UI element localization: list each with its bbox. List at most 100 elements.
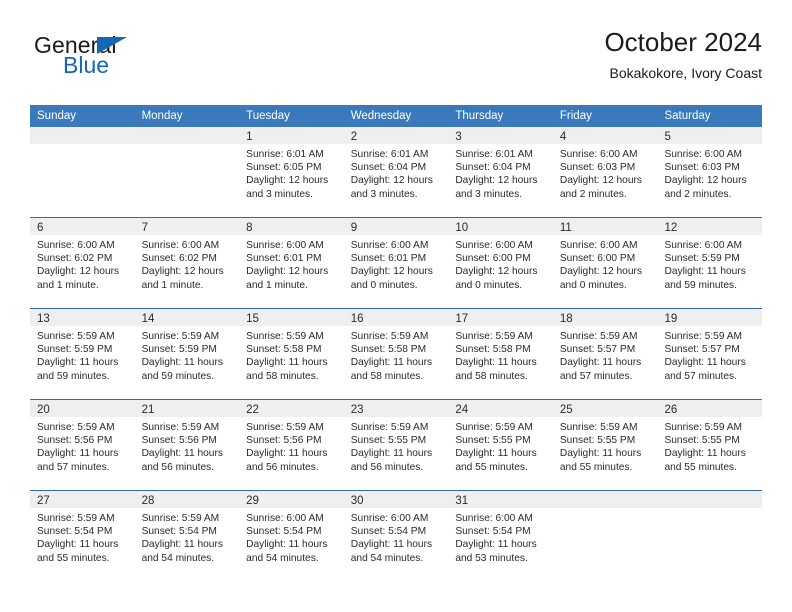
day-cell[interactable]: 14 Sunrise: 5:59 AM Sunset: 5:59 PM Dayligh…	[134, 309, 240, 399]
day-number-band	[552, 491, 658, 508]
day-info: Sunrise: 6:00 AM Sunset: 6:00 PM Daylight:…	[448, 235, 553, 292]
day-number: 20	[37, 404, 50, 416]
sunrise-text: Sunrise: 5:59 AM	[141, 422, 220, 433]
sunrise-text: Sunrise: 5:59 AM	[37, 331, 115, 342]
day-cell[interactable]: 20 Sunrise: 5:59 AM Sunset: 5:56 PM Dayligh…	[30, 400, 135, 490]
day-number-band: 4	[552, 127, 658, 144]
day-cell[interactable]: 3 Sunrise: 6:01 AM Sunset: 6:04 PM Daylight…	[448, 127, 553, 217]
day-number: 17	[455, 313, 469, 325]
daylight-text: Daylight: 11 hours and 55 minutes.	[455, 448, 537, 473]
day-cell[interactable]: 15 Sunrise: 5:59 AM Sunset: 5:58 PM Dayligh…	[239, 309, 344, 399]
day-cell[interactable]: 1 Sunrise: 6:01 AM Sunset: 6:05 PM Daylight…	[239, 127, 344, 217]
day-info: Sunrise: 5:59 AM Sunset: 5:59 PM Daylight:…	[30, 326, 135, 383]
day-cell[interactable]: 19 Sunrise: 5:59 AM Sunset: 5:57 PM Dayligh…	[657, 309, 763, 399]
day-number-band: 25	[552, 400, 658, 417]
day-cell[interactable]: 24 Sunrise: 5:59 AM Sunset: 5:55 PM Dayligh…	[448, 400, 553, 490]
day-number: 29	[246, 495, 259, 507]
day-cell[interactable]: 25 Sunrise: 5:59 AM Sunset: 5:55 PM Dayligh…	[552, 400, 658, 490]
day-info: Sunrise: 6:01 AM Sunset: 6:04 PM Daylight:…	[448, 144, 553, 201]
day-cell[interactable]: 18 Sunrise: 5:59 AM Sunset: 5:57 PM Dayligh…	[552, 309, 658, 399]
sunrise-text: Sunrise: 5:59 AM	[246, 331, 324, 342]
sunrise-text: Sunrise: 6:01 AM	[350, 149, 429, 160]
sunrise-text: Sunrise: 5:59 AM	[141, 513, 220, 524]
day-cell-empty	[134, 127, 240, 217]
day-number: 31	[455, 495, 469, 507]
sunset-text: Sunset: 6:05 PM	[246, 162, 322, 174]
general-blue-logo[interactable]: General Blue	[34, 34, 254, 90]
day-cell[interactable]: 27 Sunrise: 5:59 AM Sunset: 5:54 PM Dayligh…	[30, 491, 135, 581]
day-cell[interactable]: 2 Sunrise: 6:01 AM Sunset: 6:04 PM Daylight…	[343, 127, 449, 217]
sunset-text: Sunset: 5:56 PM	[37, 435, 113, 447]
day-cell[interactable]: 16 Sunrise: 5:59 AM Sunset: 5:58 PM Dayligh…	[343, 309, 449, 399]
sunset-text: Sunset: 5:58 PM	[455, 344, 531, 356]
day-number-band: 7	[134, 218, 240, 235]
day-number-band	[134, 127, 240, 144]
daylight-text: Daylight: 11 hours and 54 minutes.	[141, 539, 223, 564]
day-cell[interactable]: 17 Sunrise: 5:59 AM Sunset: 5:58 PM Dayligh…	[448, 309, 553, 399]
sunset-text: Sunset: 5:54 PM	[350, 526, 427, 538]
sunset-text: Sunset: 5:56 PM	[246, 435, 322, 447]
day-cell[interactable]: 23 Sunrise: 5:59 AM Sunset: 5:55 PM Dayligh…	[343, 400, 449, 490]
day-cell[interactable]: 28 Sunrise: 5:59 AM Sunset: 5:54 PM Dayligh…	[134, 491, 240, 581]
sunset-text: Sunset: 6:04 PM	[350, 162, 427, 174]
daylight-text: Daylight: 11 hours and 55 minutes.	[37, 539, 119, 564]
day-cell-empty	[657, 491, 763, 581]
day-cell[interactable]: 21 Sunrise: 5:59 AM Sunset: 5:56 PM Dayligh…	[134, 400, 240, 490]
day-number-band: 3	[448, 127, 553, 144]
day-cell[interactable]: 29 Sunrise: 6:00 AM Sunset: 5:54 PM Dayligh…	[239, 491, 344, 581]
day-number: 3	[455, 131, 462, 143]
calendar-grid: Sunday Monday Tuesday Wednesday Thursday Frid…	[30, 105, 763, 581]
day-number-band: 8	[239, 218, 344, 235]
sunset-text: Sunset: 5:54 PM	[141, 526, 217, 538]
sunset-text: Sunset: 5:58 PM	[246, 344, 322, 356]
sunset-text: Sunset: 6:01 PM	[246, 253, 322, 265]
calendar-week-row: 27 Sunrise: 5:59 AM Sunset: 5:54 PM Dayligh…	[30, 491, 763, 581]
day-number-band: 10	[448, 218, 553, 235]
sunrise-text: Sunrise: 6:00 AM	[664, 149, 743, 160]
day-cell[interactable]: 11 Sunrise: 6:00 AM Sunset: 6:00 PM Dayligh…	[552, 218, 658, 308]
day-cell[interactable]: 13 Sunrise: 5:59 AM Sunset: 5:59 PM Dayligh…	[30, 309, 135, 399]
day-info: Sunrise: 5:59 AM Sunset: 5:54 PM Daylight:…	[135, 508, 240, 565]
day-info: Sunrise: 5:59 AM Sunset: 5:56 PM Daylight:…	[30, 417, 135, 474]
calendar-weeks: 1 Sunrise: 6:01 AM Sunset: 6:05 PM Daylight…	[30, 127, 763, 581]
daylight-text: Daylight: 11 hours and 58 minutes.	[350, 357, 433, 382]
sunrise-text: Sunrise: 6:00 AM	[350, 240, 429, 251]
day-cell[interactable]: 8 Sunrise: 6:00 AM Sunset: 6:01 PM Daylight…	[239, 218, 344, 308]
day-number: 11	[559, 222, 572, 234]
day-cell[interactable]: 7 Sunrise: 6:00 AM Sunset: 6:02 PM Daylight…	[134, 218, 240, 308]
day-info: Sunrise: 5:59 AM Sunset: 5:59 PM Daylight:…	[135, 326, 240, 383]
day-cell[interactable]: 9 Sunrise: 6:00 AM Sunset: 6:01 PM Daylight…	[343, 218, 449, 308]
daylight-text: Daylight: 11 hours and 55 minutes.	[664, 448, 746, 473]
day-cell[interactable]: 4 Sunrise: 6:00 AM Sunset: 6:03 PM Daylight…	[552, 127, 658, 217]
day-info: Sunrise: 6:00 AM Sunset: 6:00 PM Daylight:…	[553, 235, 658, 292]
day-number: 7	[141, 222, 148, 234]
sunrise-text: Sunrise: 5:59 AM	[664, 422, 743, 433]
day-number-band: 18	[552, 309, 658, 326]
sunset-text: Sunset: 6:00 PM	[455, 253, 531, 265]
day-number-band: 5	[657, 127, 763, 144]
day-number: 14	[141, 313, 155, 325]
weekday-header-friday: Friday	[559, 110, 592, 122]
sunrise-text: Sunrise: 6:00 AM	[455, 513, 533, 524]
daylight-text: Daylight: 11 hours and 57 minutes.	[664, 357, 746, 382]
day-number: 26	[664, 404, 678, 416]
sunset-text: Sunset: 5:54 PM	[246, 526, 322, 538]
day-cell[interactable]: 22 Sunrise: 5:59 AM Sunset: 5:56 PM Dayligh…	[239, 400, 344, 490]
day-number-band: 30	[343, 491, 449, 508]
day-cell[interactable]: 31 Sunrise: 6:00 AM Sunset: 5:54 PM Dayligh…	[448, 491, 553, 581]
day-cell[interactable]: 30 Sunrise: 6:00 AM Sunset: 5:54 PM Dayligh…	[343, 491, 449, 581]
sunrise-text: Sunrise: 6:00 AM	[246, 513, 324, 524]
daylight-text: Daylight: 12 hours and 0 minutes.	[455, 266, 538, 291]
day-cell[interactable]: 12 Sunrise: 6:00 AM Sunset: 5:59 PM Dayligh…	[657, 218, 763, 308]
sunrise-text: Sunrise: 6:00 AM	[350, 513, 429, 524]
day-cell[interactable]: 10 Sunrise: 6:00 AM Sunset: 6:00 PM Dayligh…	[448, 218, 553, 308]
day-info: Sunrise: 5:59 AM Sunset: 5:54 PM Daylight:…	[30, 508, 135, 565]
day-number: 1	[246, 131, 253, 143]
day-number-band: 23	[343, 400, 449, 417]
day-cell[interactable]: 5 Sunrise: 6:00 AM Sunset: 6:03 PM Daylight…	[657, 127, 763, 217]
day-number-band: 22	[239, 400, 344, 417]
sunset-text: Sunset: 5:55 PM	[455, 435, 531, 447]
day-cell[interactable]: 6 Sunrise: 6:00 AM Sunset: 6:02 PM Daylight…	[30, 218, 135, 308]
sunset-text: Sunset: 6:03 PM	[559, 162, 636, 174]
day-cell[interactable]: 26 Sunrise: 5:59 AM Sunset: 5:55 PM Dayligh…	[657, 400, 763, 490]
